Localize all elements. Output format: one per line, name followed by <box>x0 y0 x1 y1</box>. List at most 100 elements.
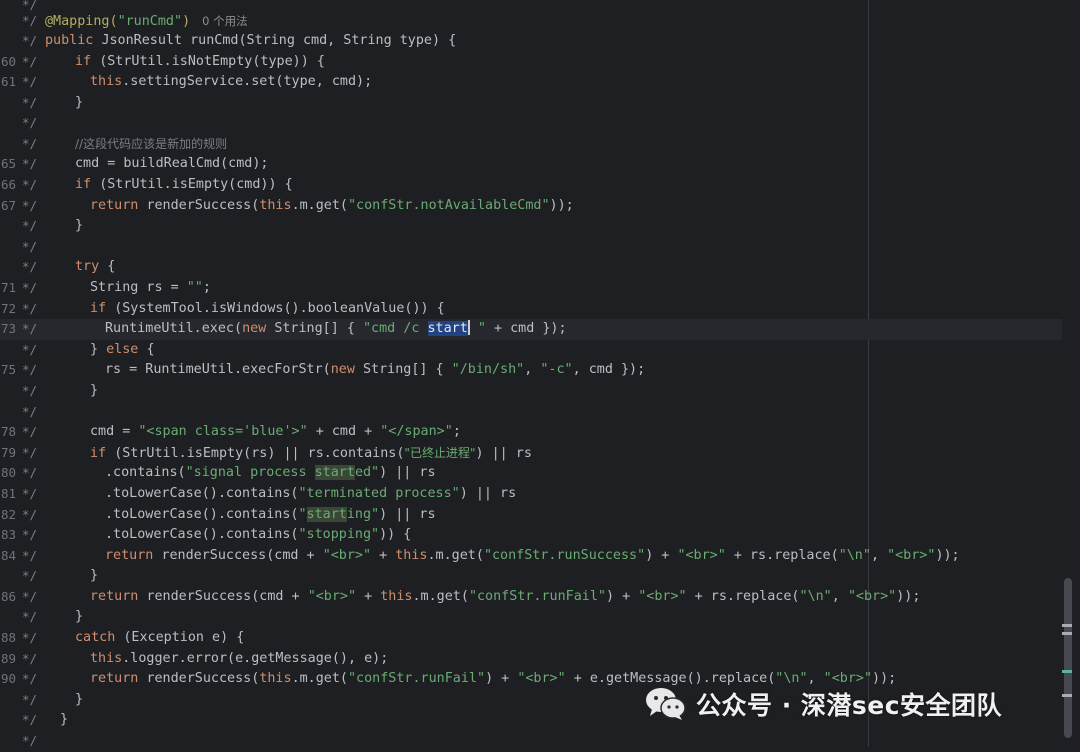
comment-marker: */ <box>22 239 38 254</box>
code-text: JsonResult runCmd(String cmd, String typ… <box>101 33 457 48</box>
line-number: 89 <box>0 651 16 666</box>
code-line[interactable]: 79 */ if (StrUtil.isEmpty(rs) || rs.contai… <box>0 443 1062 464</box>
code-line[interactable]: */} <box>0 607 1062 628</box>
selected-text[interactable]: start <box>427 321 468 336</box>
comment-marker: */ <box>22 589 38 604</box>
line-number: 81 <box>0 486 16 501</box>
string-literal: "runCmd" <box>117 14 183 29</box>
code-line[interactable]: */ <box>0 113 1062 134</box>
code-line[interactable]: 60 */ if (StrUtil.isNotEmpty(type)) { <box>0 52 1062 73</box>
code-line[interactable]: 67 */ return renderSuccess(this.m.get("con… <box>0 196 1062 217</box>
code-line-current[interactable]: 73 */ RuntimeUtil.exec(new String[] { "cmd… <box>0 319 1062 340</box>
code-text: + <box>371 548 396 563</box>
code-text: renderSuccess(cmd + <box>146 589 308 604</box>
code-line[interactable]: */ <box>0 237 1062 258</box>
code-text: .toLowerCase().contains( <box>105 507 299 522</box>
comment-marker: */ <box>22 259 38 274</box>
line-number: 61 <box>0 74 16 89</box>
keyword: return <box>90 198 147 213</box>
code-line[interactable]: 61 */ this.settingService.set(type, cmd); <box>0 72 1062 93</box>
code-text: } <box>75 218 84 233</box>
code-text: { <box>107 259 116 274</box>
code-line[interactable]: */} <box>0 216 1062 237</box>
code-text: renderSuccess( <box>146 671 260 686</box>
code-line[interactable]: */} else { <box>0 340 1062 361</box>
string-literal: "\n" <box>799 589 832 604</box>
code-line[interactable]: */ //这段代码应该是新加的规则 <box>0 134 1062 155</box>
string-literal: ed" <box>354 465 380 480</box>
code-text: + cmd }); <box>485 321 567 336</box>
vertical-scrollbar-thumb[interactable] <box>1064 578 1072 738</box>
comment-marker: */ <box>22 404 38 419</box>
comment-marker: */ <box>22 568 38 583</box>
keyword: if <box>75 177 100 192</box>
code-text: } <box>90 568 99 583</box>
code-line[interactable]: 75 */ rs = RuntimeUtil.execForStr(new Stri… <box>0 360 1062 381</box>
comment-marker: */ <box>22 383 38 398</box>
code-line[interactable]: */} <box>0 566 1062 587</box>
string-literal: "confStr.runFail" <box>348 671 486 686</box>
string-literal: "confStr.runFail" <box>468 589 606 604</box>
code-editor[interactable]: */ */ @Mapping("runCmd") 0 个用法 */ public Js… <box>0 0 1080 748</box>
code-line[interactable]: */ <box>0 731 1062 752</box>
comment-marker: */ <box>22 136 38 151</box>
usage-hint[interactable]: 0 个用法 <box>202 14 247 28</box>
code-text: (SystemTool.isWindows().booleanValue()) … <box>114 301 445 316</box>
keyword: this <box>380 589 413 604</box>
keyword: else <box>106 342 147 357</box>
string-literal: "<br>" <box>517 671 566 686</box>
code-text: rs = RuntimeUtil.execForStr( <box>105 362 331 377</box>
code-text: ) || rs <box>459 486 517 501</box>
code-text: )) { <box>379 527 412 542</box>
code-line[interactable]: 83 */ .toLowerCase().contains("stopping"))… <box>0 525 1062 546</box>
code-line[interactable]: 89 */ this.logger.error(e.getMessage(), e)… <box>0 649 1062 670</box>
code-line[interactable]: 84 */ return renderSuccess(cmd + "<br>" + … <box>0 546 1062 567</box>
code-text: + rs.replace( <box>686 589 800 604</box>
code-line[interactable]: */ @Mapping("runCmd") 0 个用法 <box>0 11 1062 32</box>
code-line[interactable]: */ <box>0 402 1062 423</box>
line-number: 78 <box>0 424 16 439</box>
code-line[interactable]: 66 */ if (StrUtil.isEmpty(cmd)) { <box>0 175 1062 196</box>
comment-marker: */ <box>22 321 38 336</box>
line-number: 65 <box>0 156 16 171</box>
code-text: String[] { <box>274 321 363 336</box>
keyword: return <box>90 671 147 686</box>
code-text: (StrUtil.isNotEmpty(type)) { <box>99 54 325 69</box>
code-line[interactable]: 65 */ cmd = buildRealCmd(cmd); <box>0 154 1062 175</box>
code-text: renderSuccess( <box>146 198 260 213</box>
code-text: RuntimeUtil.exec( <box>105 321 243 336</box>
comment-marker: */ <box>22 630 38 645</box>
watermark-text: 公众号 · 深潜sec安全团队 <box>696 691 1003 720</box>
code-text: .toLowerCase().contains( <box>105 486 299 501</box>
keyword: new <box>330 362 363 377</box>
comment-marker: */ <box>22 609 38 624</box>
line-number: 67 <box>0 198 16 213</box>
code-line[interactable]: 82 */ .toLowerCase().contains("starting") … <box>0 505 1062 526</box>
code-text: )); <box>896 589 921 604</box>
string-literal: "confStr.notAvailableCmd" <box>348 198 550 213</box>
code-line[interactable]: 81 */ .toLowerCase().contains("terminated … <box>0 484 1062 505</box>
code-line[interactable]: 88 */ catch (Exception e) { <box>0 628 1062 649</box>
code-line[interactable]: */} <box>0 93 1062 114</box>
comment-marker: */ <box>22 342 38 357</box>
code-line[interactable]: */ try { <box>0 257 1062 278</box>
keyword: this <box>90 651 123 666</box>
code-line[interactable]: 78 */cmd = "<span class='blue'>" + cmd + … <box>0 422 1062 443</box>
code-line[interactable]: 86 */ return renderSuccess(cmd + "<br>" + … <box>0 587 1062 608</box>
code-line[interactable]: */ public JsonResult runCmd(String cmd, S… <box>0 31 1062 52</box>
code-line[interactable]: 71 */ String rs = ""; <box>0 278 1062 299</box>
comment-marker: */ <box>22 156 38 171</box>
string-literal: "confStr.runSuccess" <box>483 548 646 563</box>
code-text: ; <box>452 424 461 439</box>
code-text: } <box>90 383 99 398</box>
code-line[interactable]: 72 */ if (SystemTool.isWindows().booleanVa… <box>0 299 1062 320</box>
code-text: .m.get( <box>291 198 348 213</box>
string-literal: "terminated process" <box>298 486 460 501</box>
code-text: + rs.replace( <box>725 548 839 563</box>
keyword: if <box>75 54 100 69</box>
keyword: this <box>259 671 292 686</box>
string-literal: "已终止进程" <box>404 446 476 460</box>
code-line[interactable]: */} <box>0 381 1062 402</box>
code-line[interactable]: 80 */ .contains("signal process started") … <box>0 463 1062 484</box>
keyword: public <box>45 33 102 48</box>
